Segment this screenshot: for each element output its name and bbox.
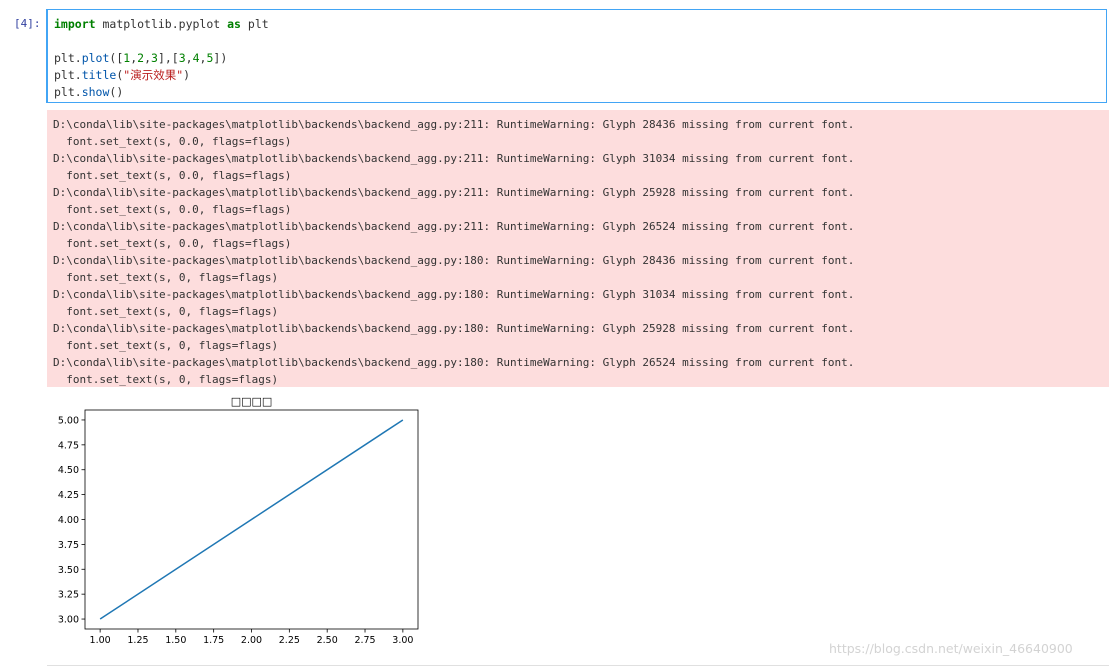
plot-output: □□□□ 1.00 1.25 1.50 1.75 2.00 2.25 2.50 2.75 3.00…: [47, 393, 427, 653]
stderr-line: font.set_text(s, 0, flags=flags): [53, 305, 279, 318]
code-alias: plt: [247, 17, 269, 31]
y-tick-label: 4.25: [58, 490, 79, 501]
stderr-line: font.set_text(s, 0, flags=flags): [53, 339, 279, 352]
stderr-line: D:\conda\lib\site-packages\matplotlib\ba…: [53, 322, 855, 335]
stderr-line: font.set_text(s, 0.0, flags=flags): [53, 237, 292, 250]
stderr-line: D:\conda\lib\site-packages\matplotlib\ba…: [53, 186, 855, 199]
x-tick-label: 3.00: [392, 635, 413, 646]
y-tick-label: 4.75: [58, 440, 79, 451]
stderr-line: D:\conda\lib\site-packages\matplotlib\ba…: [53, 288, 855, 301]
stderr-line: D:\conda\lib\site-packages\matplotlib\ba…: [53, 254, 855, 267]
code-punct: ([: [109, 51, 124, 65]
code-number: 3: [178, 51, 186, 65]
y-tick-label: 3.00: [58, 615, 79, 626]
code-function: plot: [81, 51, 110, 65]
x-tick-label: 1.75: [203, 635, 224, 646]
code-function: title: [81, 68, 117, 82]
code-punct: ,: [144, 51, 152, 65]
y-tick-label: 3.75: [58, 540, 79, 551]
stderr-line: font.set_text(s, 0, flags=flags): [53, 271, 279, 284]
code-editor[interactable]: import matplotlib.pyplot as plt plt.plot…: [54, 16, 269, 101]
code-object: plt.: [54, 68, 82, 82]
x-tick-label: 1.00: [90, 635, 111, 646]
stderr-line: D:\conda\lib\site-packages\matplotlib\ba…: [53, 152, 855, 165]
stderr-line: D:\conda\lib\site-packages\matplotlib\ba…: [53, 220, 855, 233]
watermark: https://blog.csdn.net/weixin_46640900: [829, 641, 1073, 656]
code-function: show: [81, 85, 110, 99]
cell-divider: [47, 665, 1109, 666]
code-object: plt.: [54, 51, 82, 65]
y-tick-label: 5.00: [58, 415, 79, 426]
code-keyword: import: [54, 17, 96, 31]
stderr-line: font.set_text(s, 0.0, flags=flags): [53, 135, 292, 148]
y-tick-label: 4.00: [58, 515, 79, 526]
code-punct: ,: [185, 51, 193, 65]
chart-title: □□□□: [231, 395, 273, 408]
line-chart: □□□□ 1.00 1.25 1.50 1.75 2.00 2.25 2.50 2.75 3.00…: [58, 395, 419, 646]
code-punct: ): [183, 68, 191, 82]
y-tick-label: 3.25: [58, 590, 79, 601]
cell-prompt: [4]:: [14, 17, 41, 30]
stderr-line: D:\conda\lib\site-packages\matplotlib\ba…: [53, 118, 855, 131]
code-number: 3: [151, 51, 158, 65]
x-tick-label: 1.25: [127, 635, 148, 646]
stderr-text: D:\conda\lib\site-packages\matplotlib\ba…: [53, 116, 854, 388]
code-punct: ],[: [157, 51, 179, 65]
y-tick-label: 4.50: [58, 465, 79, 476]
x-tick-label: 1.50: [165, 635, 186, 646]
stderr-line: D:\conda\lib\site-packages\matplotlib\ba…: [53, 356, 855, 369]
x-tick-label: 2.50: [317, 635, 338, 646]
x-tick-label: 2.75: [354, 635, 375, 646]
code-cell[interactable]: import matplotlib.pyplot as plt plt.plot…: [46, 9, 1107, 103]
code-keyword: as: [227, 17, 241, 31]
stderr-line: font.set_text(s, 0.0, flags=flags): [53, 203, 292, 216]
series-line: [99, 419, 404, 620]
code-string: "演示效果": [123, 68, 184, 82]
stderr-line: font.set_text(s, 0.0, flags=flags): [53, 169, 292, 182]
code-object: plt.: [54, 85, 82, 99]
stderr-output: D:\conda\lib\site-packages\matplotlib\ba…: [47, 110, 1109, 387]
code-module: matplotlib.pyplot: [102, 17, 221, 31]
x-tick-label: 2.25: [279, 635, 300, 646]
stderr-line: font.set_text(s, 0, flags=flags): [53, 373, 279, 386]
code-punct: ]): [213, 51, 228, 65]
code-punct: (): [109, 85, 124, 99]
notebook-page: [4]: import matplotlib.pyplot as plt plt…: [0, 0, 1109, 669]
y-tick-label: 3.50: [58, 565, 79, 576]
code-number: 4: [192, 51, 200, 65]
x-tick-label: 2.00: [241, 635, 262, 646]
